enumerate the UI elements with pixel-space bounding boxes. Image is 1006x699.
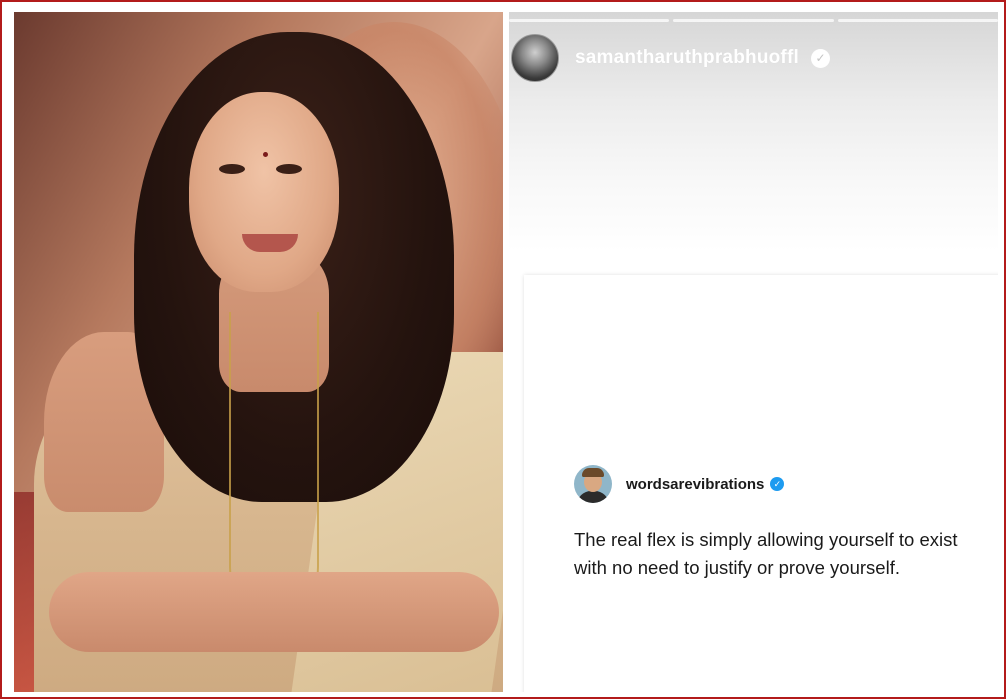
story-progress-bar [509,19,998,22]
verified-badge-icon: ✓ [770,477,785,491]
author-handle[interactable]: wordsarevibrations [626,476,764,493]
post-text-line: The real flex is simply allowing yoursel… [574,529,958,550]
story-username[interactable]: samantharuthprabhuoffl [575,47,799,69]
crossed-arms [49,572,499,652]
instagram-story[interactable]: samantharuthprabhuoffl ✓ wordsarevibrati… [509,12,998,692]
post-text-line: with no need to justify or prove yoursel… [574,557,900,578]
post-text: The real flex is simply allowing yoursel… [574,526,998,582]
progress-segment [509,19,670,22]
left-eye [219,164,245,174]
story-header: samantharuthprabhuoffl ✓ [511,34,830,82]
necklace [229,312,319,612]
verified-badge-icon: ✓ [810,48,830,68]
post-author: wordsarevibrations ✓ [574,465,785,503]
progress-segment [673,19,834,22]
shared-post-card[interactable]: wordsarevibrations ✓ The real flex is si… [524,275,998,692]
figure-face [189,92,339,292]
right-eye [276,164,302,174]
bindi [263,152,268,157]
portrait-photo [14,12,503,692]
progress-segment [837,19,998,22]
author-avatar[interactable] [574,465,612,503]
profile-avatar[interactable] [511,34,559,82]
image-frame: samantharuthprabhuoffl ✓ wordsarevibrati… [0,0,1006,699]
